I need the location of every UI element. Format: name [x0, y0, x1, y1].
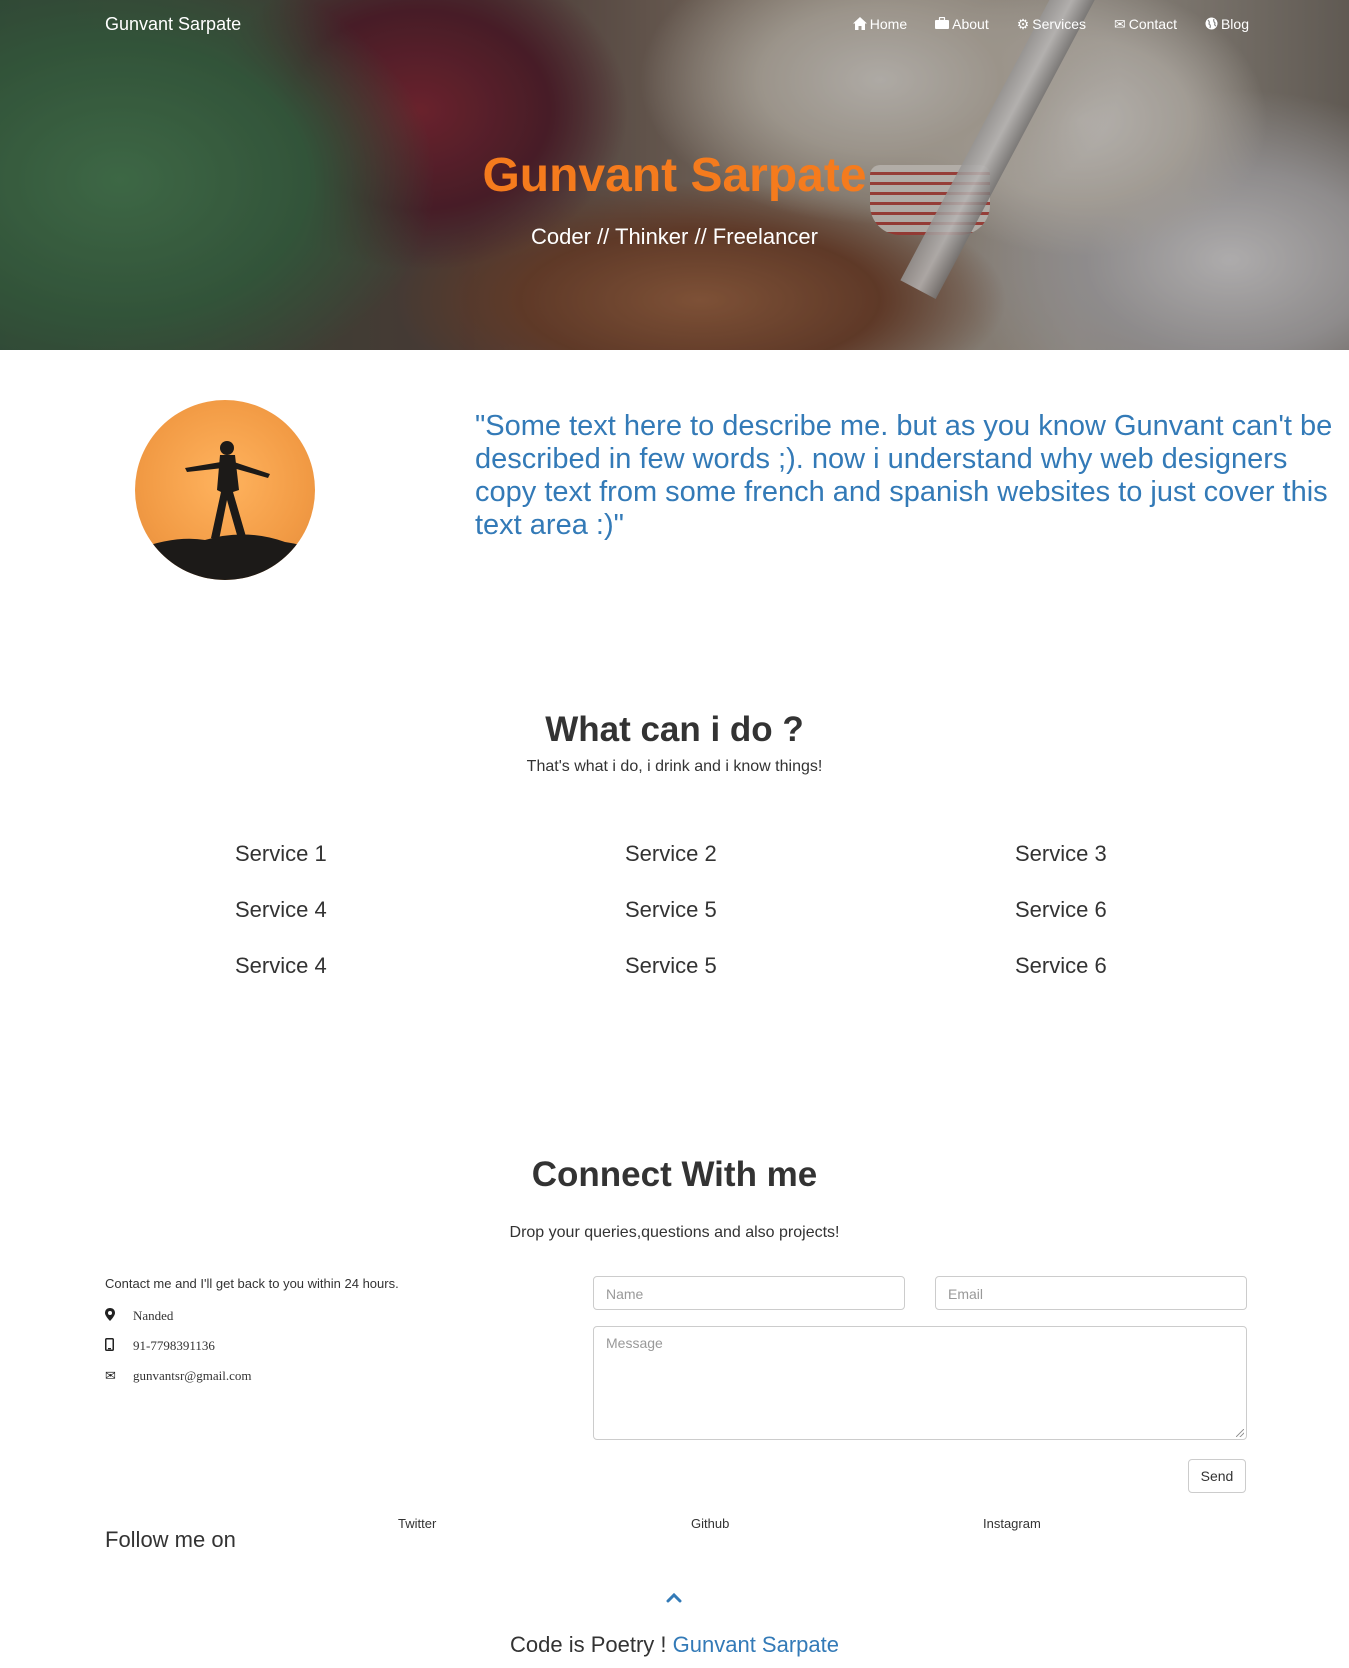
nav-home[interactable]: Home	[852, 16, 907, 32]
service-item: Service 6	[1015, 897, 1107, 922]
contact-note: Contact me and I'll get back to you with…	[105, 1276, 399, 1291]
main-nav: Home About ⚙ Services ✉ Contact Blog	[852, 16, 1249, 32]
contact-subtitle: Drop your queries,questions and also pro…	[509, 1224, 840, 1241]
message-field[interactable]: Message	[593, 1326, 1247, 1440]
contact-location: Nanded	[105, 1308, 173, 1324]
contact-title: Connect With me	[531, 1155, 818, 1194]
hero-banner: Gunvant Sarpate Home About ⚙ Services ✉ …	[0, 0, 1349, 350]
nav-services[interactable]: ⚙ Services	[1017, 16, 1086, 32]
service-item: Service 2	[625, 841, 717, 866]
envelope-icon: ✉	[1113, 16, 1126, 32]
gear-icon: ⚙	[1016, 16, 1030, 32]
service-item: Service 4	[235, 897, 327, 922]
service-item: Service 5	[625, 897, 717, 922]
resize-handle-icon[interactable]	[1236, 1429, 1244, 1437]
twitter-link[interactable]: Twitter	[398, 1516, 436, 1531]
services-subtitle: That's what i do, i drink and i know thi…	[526, 758, 823, 775]
envelope-icon: ✉	[105, 1368, 116, 1383]
home-icon	[852, 16, 867, 32]
nav-contact[interactable]: ✉ Contact	[1114, 16, 1177, 32]
globe-icon	[1205, 17, 1218, 32]
services-title: What can i do ?	[545, 710, 804, 749]
email-field[interactable]: Email	[935, 1276, 1247, 1310]
avatar-silhouette	[135, 441, 315, 580]
map-marker-icon	[105, 1308, 133, 1324]
chevron-up-icon[interactable]	[666, 1590, 682, 1604]
avatar	[135, 400, 315, 580]
service-item: Service 6	[1015, 953, 1107, 978]
phone-icon	[105, 1338, 133, 1354]
send-button[interactable]: Send	[1188, 1459, 1246, 1493]
nav-about[interactable]: About	[935, 16, 989, 32]
about-quote: "Some text here to describe me. but as y…	[475, 410, 1333, 541]
hero-title: Gunvant Sarpate	[482, 149, 867, 202]
contact-phone: 91-7798391136	[105, 1338, 215, 1354]
service-item: Service 4	[235, 953, 327, 978]
name-field[interactable]: Name	[593, 1276, 905, 1310]
hero-subtitle: Coder // Thinker // Freelancer	[531, 224, 818, 249]
service-item: Service 1	[235, 841, 327, 866]
contact-email: ✉ gunvantsr@gmail.com	[105, 1368, 252, 1383]
brand-logo[interactable]: Gunvant Sarpate	[105, 14, 241, 35]
nav-blog[interactable]: Blog	[1205, 16, 1249, 32]
follow-label: Follow me on	[105, 1527, 236, 1552]
service-item: Service 5	[625, 953, 717, 978]
instagram-link[interactable]: Instagram	[983, 1516, 1041, 1531]
footer-name-link[interactable]: Gunvant Sarpate	[673, 1632, 839, 1657]
footer-text: Code is Poetry ! Gunvant Sarpate	[510, 1632, 839, 1657]
briefcase-icon	[935, 16, 950, 31]
service-item: Service 3	[1015, 841, 1107, 866]
github-link[interactable]: Github	[691, 1516, 729, 1531]
